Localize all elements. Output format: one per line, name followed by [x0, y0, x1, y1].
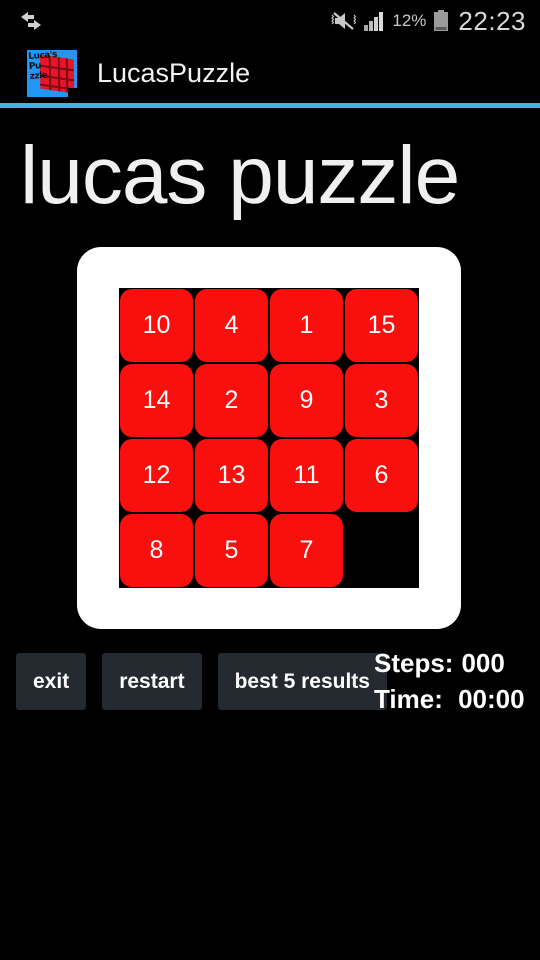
puzzle-tile[interactable]: 4: [194, 288, 269, 363]
tile-label: 7: [299, 536, 314, 564]
action-bar-divider: [0, 103, 540, 108]
app-screen: 12% 22:23 Luca's Pu zzle LucasPuzzle luc…: [0, 0, 540, 960]
battery-icon: [433, 10, 449, 32]
tile-label: 13: [217, 461, 246, 489]
tile-label: 11: [293, 461, 320, 489]
puzzle-tile[interactable]: 6: [344, 438, 419, 513]
action-bar: Luca's Pu zzle LucasPuzzle: [0, 42, 540, 104]
steps-label: Steps:: [374, 648, 454, 678]
puzzle-tile[interactable]: 9: [269, 363, 344, 438]
tile-label: 12: [142, 461, 171, 489]
stats-panel: Steps: 000 Time: 00:00: [374, 645, 525, 717]
tile-label: 9: [299, 386, 314, 414]
back-forward-arrows-icon: [18, 11, 44, 31]
tile-label: 15: [367, 311, 396, 339]
puzzle-card: 10 4 1 15 14 2 9 3 12 13 11 6 8 5 7: [77, 247, 461, 629]
puzzle-tile[interactable]: 10: [119, 288, 194, 363]
tile-label: 8: [149, 536, 164, 564]
tile-label: 1: [299, 311, 314, 339]
puzzle-tile[interactable]: 8: [119, 513, 194, 588]
tile-label: 6: [374, 461, 389, 489]
tile-label: 14: [142, 386, 171, 414]
exit-button[interactable]: exit: [16, 653, 87, 710]
status-bar-clock: 22:23: [458, 5, 526, 36]
tile-label: 5: [224, 536, 239, 564]
lucaspuzzle-app-icon[interactable]: Luca's Pu zzle: [27, 49, 77, 97]
app-icon-caption: Luca's Pu zzle: [27, 49, 58, 82]
restart-button[interactable]: restart: [102, 653, 202, 710]
control-button-bar: exit restart best 5 results: [16, 653, 387, 710]
steps-row: Steps: 000: [374, 645, 525, 681]
puzzle-tile[interactable]: 7: [269, 513, 344, 588]
time-label: Time:: [374, 684, 443, 714]
time-value: 00:00: [450, 684, 525, 714]
puzzle-grid[interactable]: 10 4 1 15 14 2 9 3 12 13 11 6 8 5 7: [119, 288, 419, 588]
app-icon-blank-cell: [68, 87, 77, 97]
puzzle-tile[interactable]: 15: [344, 288, 419, 363]
battery-percent-label: 12%: [392, 11, 427, 30]
puzzle-blank-cell: [344, 513, 419, 588]
tile-label: 10: [142, 311, 171, 339]
app-title: LucasPuzzle: [97, 57, 251, 88]
tile-label: 2: [224, 386, 239, 414]
puzzle-tile[interactable]: 11: [269, 438, 344, 513]
puzzle-tile[interactable]: 1: [269, 288, 344, 363]
puzzle-tile[interactable]: 12: [119, 438, 194, 513]
tile-label: 3: [374, 386, 389, 414]
status-bar-left-icons: [0, 11, 44, 31]
puzzle-tile[interactable]: 14: [119, 363, 194, 438]
steps-value: 000: [461, 648, 505, 678]
time-row: Time: 00:00: [374, 681, 525, 717]
page-title: lucas puzzle: [20, 130, 460, 221]
tile-label: 4: [224, 311, 239, 339]
signal-bars-icon: [363, 11, 385, 31]
best-results-button[interactable]: best 5 results: [217, 653, 387, 710]
puzzle-tile[interactable]: 5: [194, 513, 269, 588]
puzzle-tile[interactable]: 2: [194, 363, 269, 438]
puzzle-tile[interactable]: 3: [344, 363, 419, 438]
puzzle-tile[interactable]: 13: [194, 438, 269, 513]
status-bar-right-icons: 12% 22:23: [331, 6, 540, 37]
status-bar: 12% 22:23: [0, 0, 540, 42]
mute-vibrate-icon: [331, 10, 357, 32]
